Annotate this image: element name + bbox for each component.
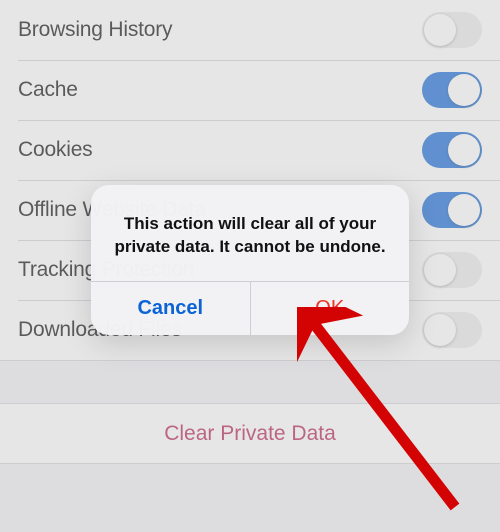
ok-button[interactable]: OK [250,282,410,335]
cancel-button[interactable]: Cancel [91,282,250,335]
alert-body: This action will clear all of your priva… [91,185,409,281]
alert-buttons: Cancel OK [91,281,409,335]
confirm-alert: This action will clear all of your priva… [91,185,409,335]
alert-message: This action will clear all of your priva… [113,213,387,259]
